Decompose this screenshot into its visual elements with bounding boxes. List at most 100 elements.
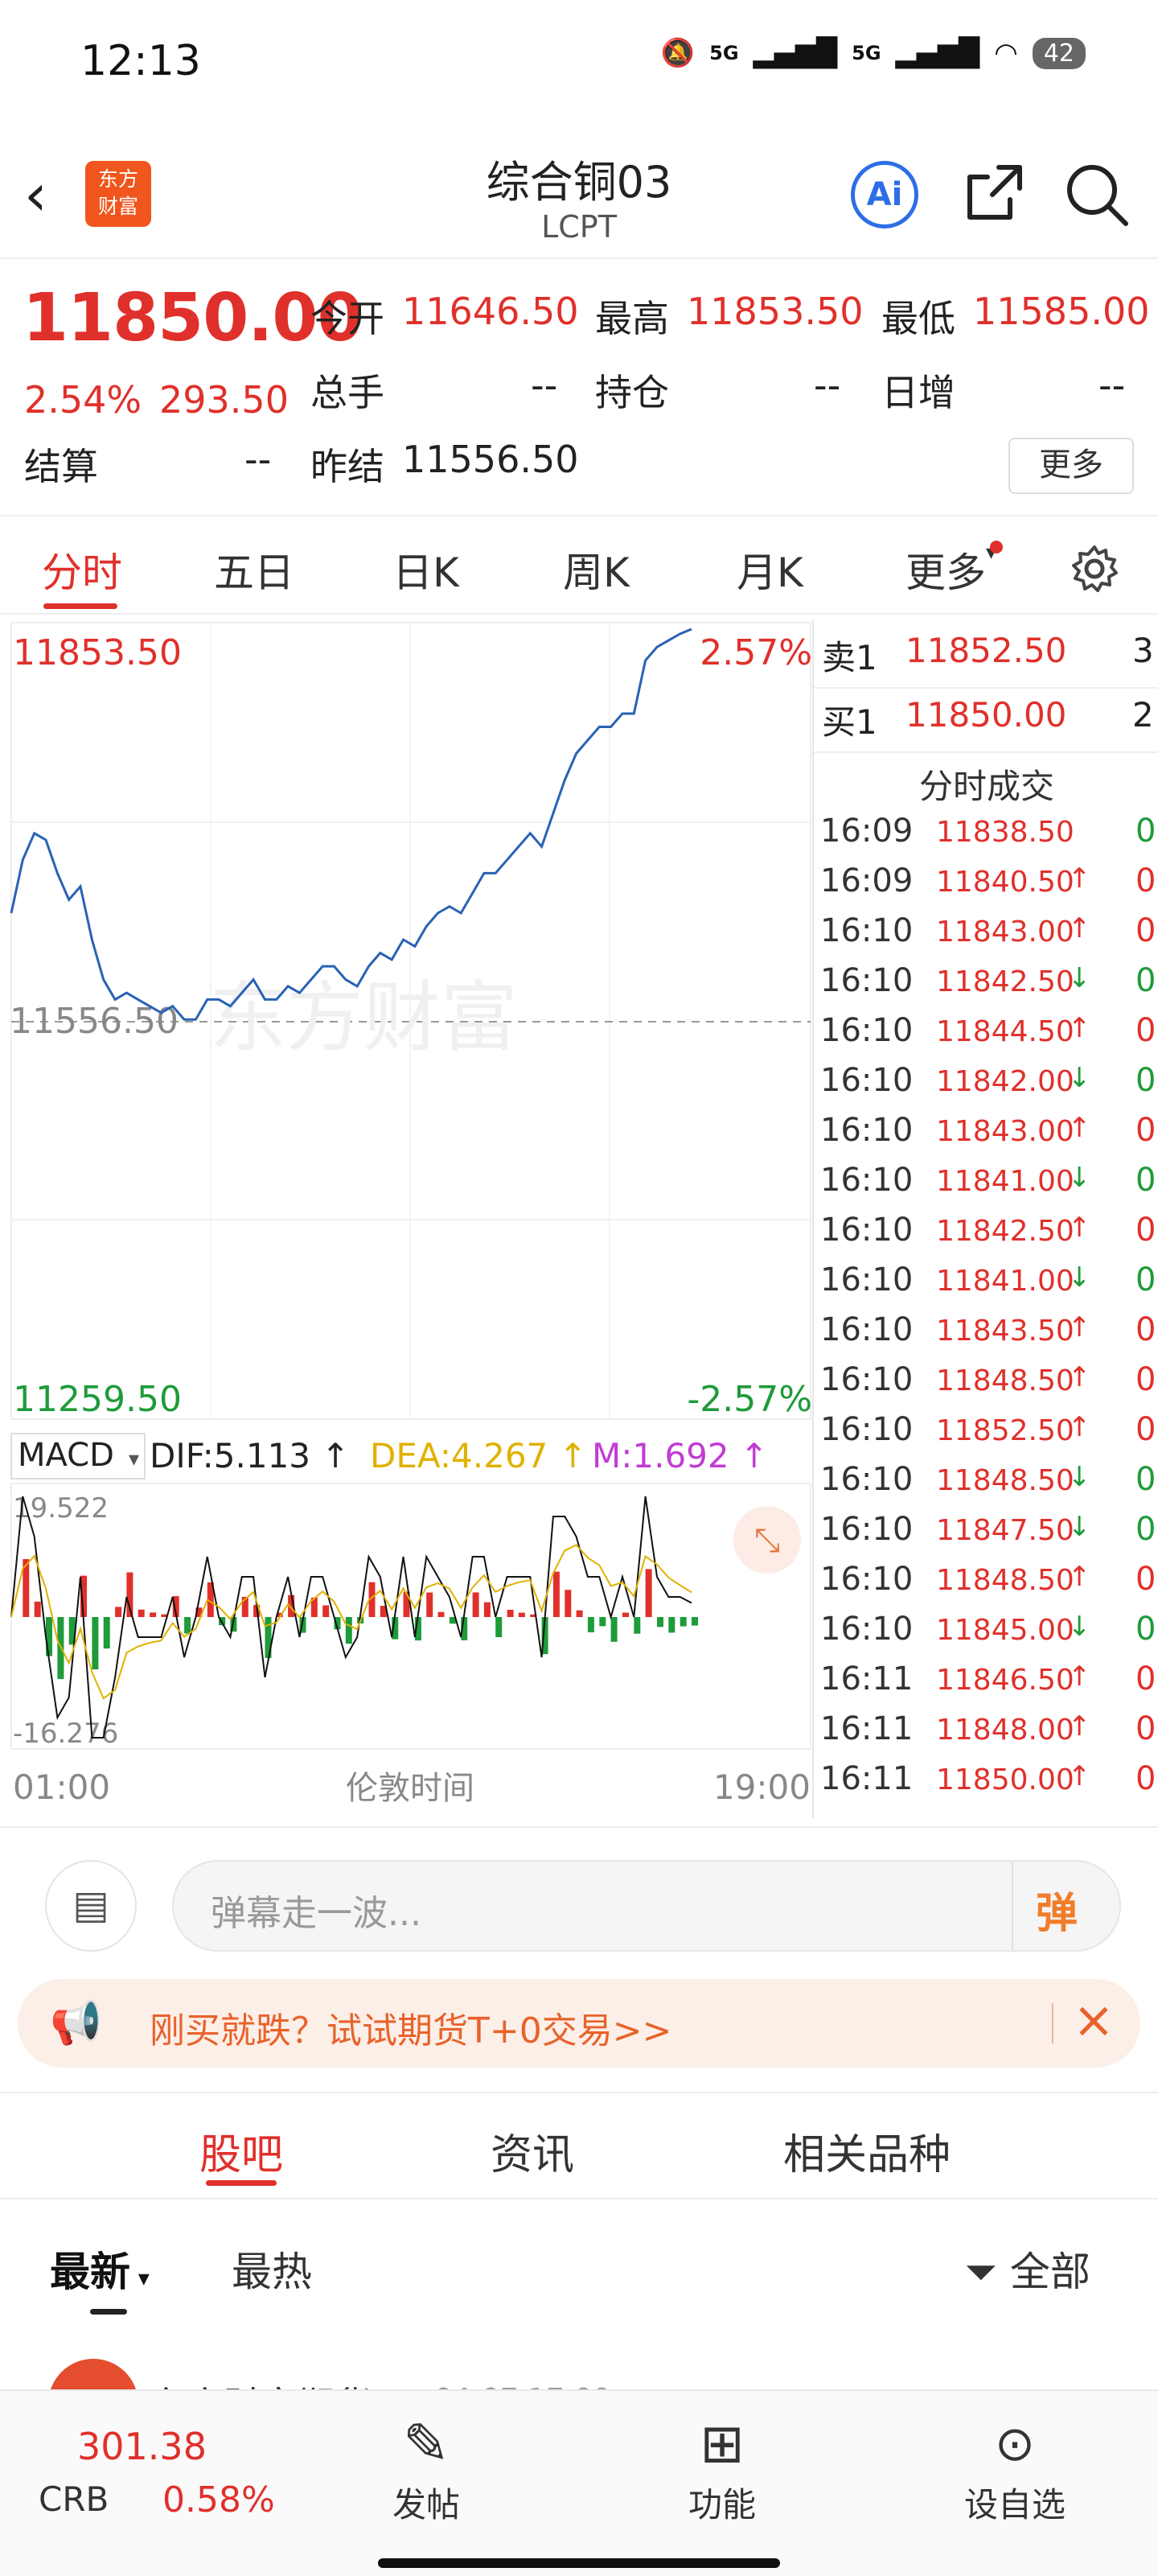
- tick-row: 16:10 11843.00 ↑ 0: [820, 912, 1156, 962]
- nav-post[interactable]: ✎ 发帖: [354, 2410, 499, 2527]
- tick-time: 16:10: [820, 1162, 914, 1199]
- tab-daily-k[interactable]: 日K: [392, 541, 459, 599]
- tick-arrow-icon: ↑: [1068, 862, 1091, 895]
- danmu-send-icon[interactable]: 弹: [1036, 1879, 1078, 1940]
- tab-guba[interactable]: 股吧: [199, 2121, 283, 2181]
- prev-settle-value: 11556.50: [402, 438, 579, 481]
- tick-price: 11842.00: [936, 1065, 1074, 1098]
- tick-time: 16:10: [820, 1261, 914, 1298]
- tick-time: 16:10: [820, 1461, 914, 1498]
- tick-time: 16:10: [820, 1062, 914, 1099]
- macd-bar: [115, 1607, 122, 1617]
- crb-pct[interactable]: 0.58%: [162, 2479, 275, 2520]
- macd-bar: [150, 1612, 157, 1617]
- m-arrow-icon: ↑: [729, 1436, 769, 1475]
- top-bar: ‹ 东方 财富 综合铜03 LCPT Ai: [0, 129, 1158, 259]
- tab-related[interactable]: 相关品种: [783, 2121, 951, 2181]
- crb-label[interactable]: CRB: [39, 2479, 109, 2519]
- danmu-settings-icon[interactable]: ▤: [45, 1860, 137, 1952]
- tick-arrow-icon: ↓: [1068, 1162, 1091, 1194]
- tick-price: 11842.50: [936, 965, 1074, 998]
- macd-bottom-value: -16.276: [13, 1718, 118, 1750]
- tick-time: 16:10: [820, 1112, 914, 1149]
- tick-qty: 0: [1135, 1212, 1156, 1249]
- share-icon[interactable]: [962, 161, 1026, 225]
- expand-arrows-icon: ⤡: [754, 1522, 780, 1559]
- nav-watchlist[interactable]: ⊙ 设自选: [942, 2410, 1087, 2527]
- tick-qty: 0: [1135, 862, 1156, 899]
- macd-bar: [437, 1611, 445, 1617]
- wifi-icon: ◠: [994, 37, 1018, 69]
- m-value: M:1.692: [592, 1436, 729, 1475]
- nav-watchlist-label: 设自选: [963, 2485, 1066, 2525]
- bottom-nav: 301.38 CRB 0.58% ✎ 发帖 ⊞ 功能 ⊙ 设自选: [0, 2389, 1158, 2576]
- low-label: 最低: [881, 297, 955, 340]
- macd-bar: [138, 1609, 145, 1617]
- tick-time: 16:11: [820, 1760, 914, 1797]
- tick-arrow-icon: ↑: [1068, 1760, 1091, 1792]
- close-icon[interactable]: ×: [1073, 1990, 1115, 2049]
- tick-qty: 0: [1135, 1112, 1156, 1149]
- tick-arrow-icon: ↓: [1068, 1261, 1091, 1294]
- nav-function-label: 功能: [688, 2485, 756, 2525]
- network-label-1: 5G: [709, 42, 739, 64]
- crb-value[interactable]: 301.38: [77, 2425, 207, 2468]
- tab-active-underline: [206, 2180, 277, 2186]
- tick-qty: 0: [1135, 1062, 1156, 1099]
- tick-row: 16:10 11852.50 ↑ 0: [820, 1411, 1156, 1461]
- macd-caret-icon[interactable]: ▾: [129, 1447, 139, 1471]
- time-end: 19:00: [713, 1767, 811, 1807]
- tick-qty: 0: [1135, 1012, 1156, 1049]
- tick-price: 11843.50: [936, 1315, 1074, 1348]
- filter-latest[interactable]: 最新 ▾: [50, 2240, 150, 2298]
- tab-five-day[interactable]: 五日: [214, 541, 294, 599]
- tab-intraday[interactable]: 分时: [42, 541, 122, 599]
- more-quote-button[interactable]: 更多: [1008, 438, 1134, 494]
- tick-qty: 0: [1135, 1710, 1156, 1747]
- tick-qty: 0: [1135, 1162, 1156, 1199]
- ai-assistant-button[interactable]: Ai: [851, 161, 918, 228]
- tick-arrow-icon: ↑: [1068, 1561, 1091, 1593]
- tick-arrow-icon: ↑: [1068, 1112, 1091, 1144]
- macd-bar: [565, 1590, 572, 1617]
- tick-price: 11848.00: [936, 1714, 1074, 1747]
- tick-time: 16:10: [820, 1012, 914, 1049]
- tick-row: 16:10 11841.00 ↓ 0: [820, 1162, 1156, 1212]
- tick-qty: 0: [1135, 962, 1156, 999]
- danmu-input[interactable]: 弹幕走一波... 弹: [172, 1860, 1121, 1952]
- tick-row: 16:11 11846.50 ↑ 0: [820, 1660, 1156, 1710]
- tick-price: 11847.50: [936, 1514, 1074, 1547]
- divider: [1012, 1862, 1013, 1950]
- sell1-qty: 3: [1132, 631, 1154, 670]
- macd-bar: [34, 1601, 41, 1617]
- tab-news[interactable]: 资讯: [491, 2121, 574, 2181]
- macd-bar: [518, 1612, 525, 1617]
- tick-row: 16:09 11840.50 ↑ 0: [820, 862, 1156, 912]
- macd-bar: [610, 1617, 618, 1642]
- search-icon[interactable]: [1063, 161, 1131, 228]
- tick-time: 16:10: [820, 1561, 914, 1598]
- filter-all[interactable]: ⏷ 全部: [965, 2240, 1090, 2298]
- tick-qty: 0: [1135, 1660, 1156, 1697]
- filter-active-underline: [90, 2309, 127, 2315]
- prev-settle-label: 昨结: [310, 445, 384, 488]
- divider: [1052, 2003, 1053, 2043]
- macd-bar: [92, 1617, 99, 1670]
- macd-bar: [552, 1571, 560, 1617]
- buy1-price: 11850.00: [905, 695, 1067, 735]
- promo-text[interactable]: 刚买就跌？试试期货T+0交易>>: [150, 2002, 671, 2053]
- tab-more[interactable]: 更多▾: [905, 541, 1004, 599]
- tab-weekly-k[interactable]: 周K: [563, 541, 630, 599]
- settings-gear-icon[interactable]: [1068, 542, 1121, 595]
- danmu-placeholder: 弹幕走一波...: [211, 1893, 421, 1934]
- nav-function[interactable]: ⊞ 功能: [650, 2410, 795, 2527]
- community-tabs: 股吧 资讯 相关品种: [0, 2092, 1158, 2199]
- tick-row: 16:09 11838.50 0: [820, 813, 1156, 862]
- tab-monthly-k[interactable]: 月K: [737, 541, 803, 599]
- tick-arrow-icon: ↓: [1068, 1062, 1091, 1094]
- promo-banner[interactable]: 📢 刚买就跌？试试期货T+0交易>> ×: [18, 1979, 1140, 2068]
- filter-hot[interactable]: 最热: [232, 2240, 312, 2298]
- danmu-bar: ▤ 弹幕走一波... 弹: [0, 1826, 1158, 1957]
- tick-arrow-icon: ↓: [1068, 962, 1091, 994]
- macd-top-value: 19.522: [13, 1492, 109, 1525]
